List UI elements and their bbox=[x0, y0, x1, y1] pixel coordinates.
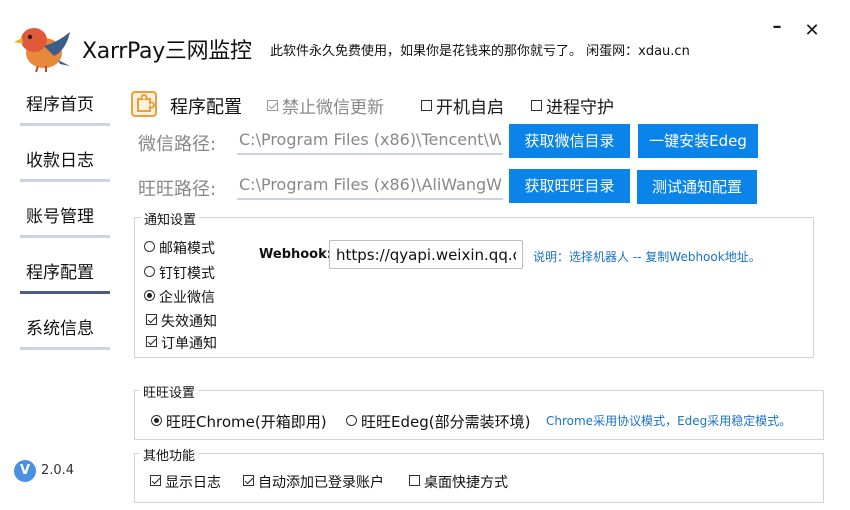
failure-notice-checkbox[interactable]: 失效通知 bbox=[146, 311, 217, 331]
sidebar-item-label: 账号管理 bbox=[26, 207, 94, 227]
checkbox-label: 桌面快捷方式 bbox=[424, 475, 508, 491]
checkbox-label: 开机自启 bbox=[436, 98, 504, 118]
daemon-checkbox[interactable]: 进程守护 bbox=[531, 93, 614, 118]
radio-circle bbox=[346, 415, 357, 426]
sidebar-item-label: 系统信息 bbox=[26, 319, 94, 339]
notify-settings-group bbox=[134, 217, 814, 358]
mode-email-radio[interactable]: 邮箱模式 bbox=[144, 238, 215, 258]
webhook-label: Webhook: bbox=[259, 247, 332, 262]
checkbox-box bbox=[421, 100, 432, 111]
checkbox-label: 失效通知 bbox=[161, 314, 217, 330]
close-button[interactable]: ✕ bbox=[802, 20, 822, 42]
other-features-title: 其他功能 bbox=[140, 445, 199, 464]
radio-label: 旺旺Edeg(部分需装环境) bbox=[361, 413, 531, 431]
sidebar-item-label: 程序首页 bbox=[26, 95, 94, 115]
get-wangwang-dir-button[interactable]: 获取旺旺目录 bbox=[509, 169, 630, 203]
mode-wecom-radio[interactable]: 企业微信 bbox=[144, 287, 215, 307]
radio-circle bbox=[151, 415, 162, 426]
radio-circle bbox=[144, 241, 155, 252]
webhook-input[interactable] bbox=[329, 240, 523, 269]
wechat-path-input[interactable] bbox=[237, 125, 503, 155]
disable-wechat-update-checkbox[interactable]: 禁止微信更新 bbox=[267, 93, 384, 118]
sidebar-item-accounts[interactable]: 账号管理 bbox=[20, 198, 110, 238]
show-log-checkbox[interactable]: 显示日志 bbox=[150, 472, 221, 492]
checkbox-box bbox=[146, 314, 157, 325]
checkbox-label: 禁止微信更新 bbox=[282, 98, 384, 118]
autostart-checkbox[interactable]: 开机自启 bbox=[421, 93, 504, 118]
wangwang-chrome-radio[interactable]: 旺旺Chrome(开箱即用) bbox=[151, 411, 327, 432]
checkbox-box bbox=[267, 100, 278, 111]
version-text: 2.0.4 bbox=[41, 463, 75, 478]
webhook-hint: 说明：选择机器人 -- 复制Webhook地址。 bbox=[533, 250, 761, 264]
minimize-button[interactable]: – bbox=[768, 18, 786, 40]
radio-label: 邮箱模式 bbox=[159, 241, 215, 257]
wangwang-settings-title: 旺旺设置 bbox=[140, 382, 199, 401]
get-wechat-dir-button[interactable]: 获取微信目录 bbox=[509, 124, 630, 158]
test-notify-button[interactable]: 测试通知配置 bbox=[637, 170, 757, 204]
radio-label: 企业微信 bbox=[159, 290, 215, 306]
checkbox-label: 显示日志 bbox=[165, 475, 221, 491]
app-title: XarrPay三网监控 bbox=[82, 39, 252, 64]
checkbox-box bbox=[150, 475, 161, 486]
version-icon: V bbox=[14, 460, 36, 482]
checkbox-box bbox=[409, 475, 420, 486]
bird-logo-icon bbox=[14, 28, 70, 72]
radio-label: 旺旺Chrome(开箱即用) bbox=[166, 413, 327, 431]
install-edeg-button[interactable]: 一键安装Edeg bbox=[638, 124, 758, 158]
sidebar-item-label: 程序配置 bbox=[26, 263, 94, 283]
checkbox-label: 订单通知 bbox=[161, 336, 217, 352]
wangwang-hint: Chrome采用协议模式，Edeg采用稳定模式。 bbox=[546, 414, 792, 428]
checkbox-box bbox=[531, 100, 542, 111]
wangwang-path-input[interactable] bbox=[237, 170, 503, 200]
page-title: 程序配置 bbox=[170, 97, 242, 118]
sidebar-item-payment-log[interactable]: 收款日志 bbox=[20, 142, 110, 182]
checkbox-label: 自动添加已登录账户 bbox=[258, 475, 384, 491]
wangwang-edeg-radio[interactable]: 旺旺Edeg(部分需装环境) bbox=[346, 411, 530, 432]
order-notice-checkbox[interactable]: 订单通知 bbox=[146, 333, 217, 353]
sidebar-item-label: 收款日志 bbox=[26, 151, 94, 171]
sidebar-item-home[interactable]: 程序首页 bbox=[20, 86, 110, 126]
wechat-path-label: 微信路径: bbox=[138, 134, 217, 155]
sidebar-item-system-info[interactable]: 系统信息 bbox=[20, 310, 110, 350]
puzzle-icon bbox=[131, 91, 157, 117]
sidebar-item-settings[interactable]: 程序配置 bbox=[20, 254, 110, 294]
auto-add-accounts-checkbox[interactable]: 自动添加已登录账户 bbox=[243, 472, 384, 492]
desktop-shortcut-checkbox[interactable]: 桌面快捷方式 bbox=[409, 472, 508, 492]
mode-dingtalk-radio[interactable]: 钉钉模式 bbox=[144, 263, 215, 283]
checkbox-label: 进程守护 bbox=[546, 98, 614, 118]
wangwang-path-label: 旺旺路径: bbox=[138, 179, 217, 200]
radio-circle bbox=[144, 266, 155, 277]
app-description: 此软件永久免费使用，如果你是花钱来的那你就亏了。 闲蛋网：xdau.cn bbox=[270, 44, 690, 59]
notify-settings-title: 通知设置 bbox=[141, 209, 200, 228]
checkbox-box bbox=[243, 475, 254, 486]
radio-label: 钉钉模式 bbox=[159, 266, 215, 282]
radio-circle bbox=[144, 290, 155, 301]
checkbox-box bbox=[146, 336, 157, 347]
